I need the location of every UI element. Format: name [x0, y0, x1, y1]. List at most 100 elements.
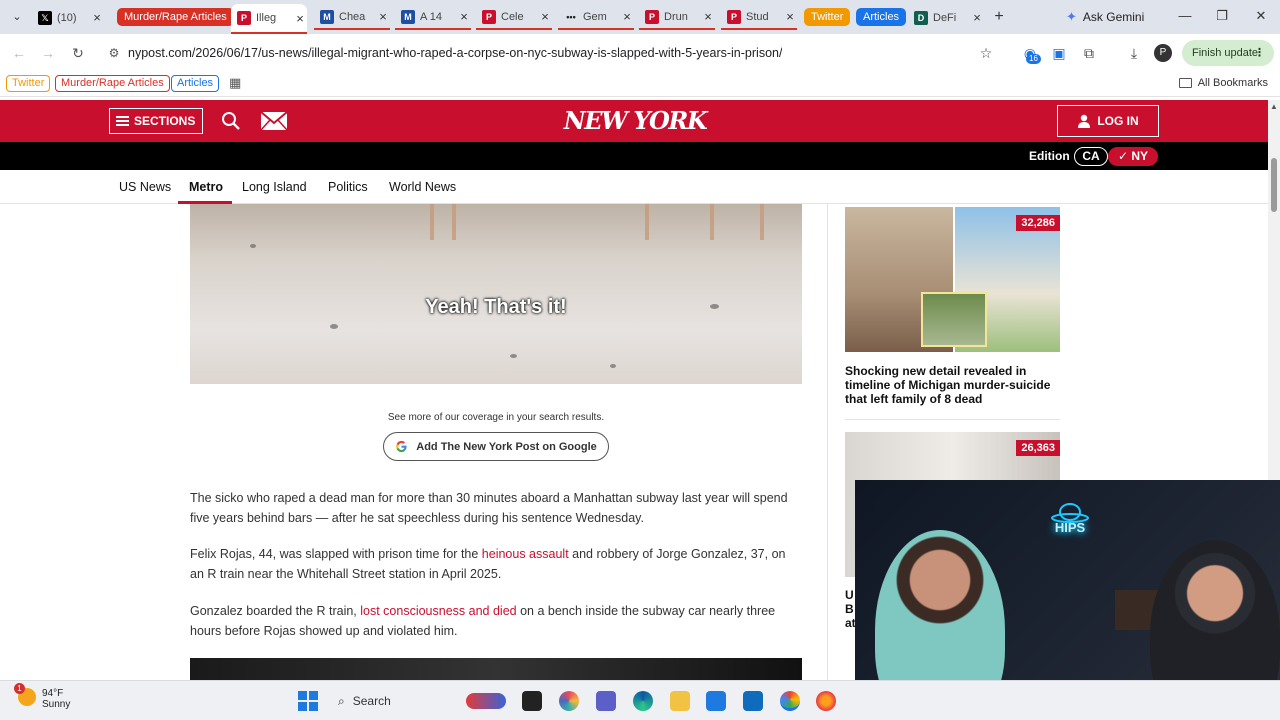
weather-widget[interactable]: 1 94°F Sunny: [14, 683, 70, 710]
edition-ca-toggle[interactable]: CA: [1074, 147, 1108, 166]
user-icon: [1078, 114, 1091, 128]
search-icon[interactable]: [221, 111, 241, 131]
mail-icon[interactable]: [260, 111, 288, 131]
subnav-politics[interactable]: Politics: [328, 180, 368, 194]
sidebar-story-1-image[interactable]: 32,286: [845, 207, 1060, 352]
tab-group-murder[interactable]: Murder/Rape Articles: [117, 8, 234, 26]
coverage-note: See more of our coverage in your search …: [387, 412, 605, 423]
back-arrow-icon[interactable]: ←: [9, 43, 29, 63]
weather-badge: 1: [14, 683, 25, 694]
download-icon[interactable]: ⤓: [1124, 43, 1144, 63]
store-icon[interactable]: [706, 691, 726, 711]
subnav-world-news[interactable]: World News: [389, 180, 456, 194]
tab-search-chevron-icon[interactable]: ⌄: [8, 8, 26, 26]
close-tab-icon[interactable]: ×: [293, 11, 307, 26]
address-bar[interactable]: ⚙ nypost.com/2026/06/17/us-news/illegal-…: [100, 39, 1000, 67]
video-frame-detail: [452, 204, 456, 240]
reload-icon[interactable]: ↻: [68, 43, 88, 63]
share-count-badge: 32,286: [1016, 215, 1060, 231]
dots-icon: •••: [566, 11, 576, 22]
video-frame-detail: [250, 244, 256, 248]
site-info-icon[interactable]: ⚙: [100, 46, 128, 60]
close-window-icon[interactable]: ✕: [1246, 6, 1276, 26]
site-logo[interactable]: NEW YORK POST: [548, 104, 722, 169]
close-tab-icon[interactable]: ×: [783, 9, 797, 24]
bookmark-twitter[interactable]: Twitter: [6, 75, 51, 92]
lost-consciousness-link[interactable]: lost consciousness and died: [360, 604, 516, 618]
firefox-icon[interactable]: [816, 691, 836, 711]
bookmark-articles[interactable]: Articles: [171, 75, 220, 92]
add-nypost-on-google-button[interactable]: Add The New York Post on Google: [383, 432, 609, 461]
heinous-assault-link[interactable]: heinous assault: [482, 547, 569, 561]
subnav-metro[interactable]: Metro: [189, 180, 223, 194]
edition-ny-toggle[interactable]: ✓ NY: [1108, 147, 1158, 166]
m-icon: M: [320, 9, 334, 24]
subnav-us-news[interactable]: US News: [119, 180, 171, 194]
widget-app-icon[interactable]: [466, 693, 506, 709]
subnav-long-island[interactable]: Long Island: [242, 180, 307, 194]
windows-start-icon[interactable]: [298, 691, 318, 711]
bookmark-murder-articles[interactable]: Murder/Rape Articles: [55, 75, 170, 92]
tab-gem[interactable]: ••• Gem ×: [558, 5, 634, 30]
log-in-button[interactable]: LOG IN: [1057, 105, 1159, 137]
close-tab-icon[interactable]: ×: [457, 9, 471, 24]
profile-avatar[interactable]: P: [1154, 44, 1172, 62]
forward-arrow-icon[interactable]: →: [38, 43, 58, 63]
neon-sign-text: HIPS: [1054, 520, 1086, 535]
close-tab-icon[interactable]: ×: [376, 9, 390, 24]
tab-stud[interactable]: P Stud ×: [721, 5, 797, 30]
bookmark-star-icon[interactable]: ☆: [976, 43, 996, 63]
sidebar-divider: [827, 204, 828, 680]
tab-group-twitter[interactable]: Twitter: [804, 8, 851, 26]
mail-app-icon[interactable]: [743, 691, 763, 711]
apps-grid-icon[interactable]: ▦: [229, 76, 243, 90]
teams-icon[interactable]: [596, 691, 616, 711]
sidebar-story-1-title[interactable]: Shocking new detail revealed in timeline…: [845, 364, 1075, 406]
tab-cele[interactable]: P Cele ×: [476, 5, 552, 30]
new-tab-plus-icon[interactable]: +: [990, 8, 1008, 26]
tab-defi[interactable]: D DeFi ×: [908, 5, 984, 30]
nypost-icon: P: [482, 9, 496, 24]
sun-icon: 1: [14, 683, 36, 706]
scrollbar-thumb[interactable]: [1271, 158, 1277, 212]
tab-a14[interactable]: M A 14 ×: [395, 5, 471, 30]
video-frame-detail: [645, 204, 649, 240]
video-frame-detail: [710, 204, 714, 240]
scroll-up-arrow-icon[interactable]: ▲: [1270, 102, 1278, 111]
all-bookmarks[interactable]: All Bookmarks: [1178, 77, 1268, 89]
house-photo-inset: [921, 292, 987, 347]
task-view-icon[interactable]: [522, 691, 542, 711]
chrome-icon[interactable]: [780, 691, 800, 711]
close-tab-icon[interactable]: ×: [620, 9, 634, 24]
copilot-icon[interactable]: [559, 691, 579, 711]
gemini-spark-icon: ✦: [1066, 9, 1077, 24]
file-explorer-icon[interactable]: [670, 691, 690, 711]
minimize-icon[interactable]: —: [1170, 6, 1200, 26]
edge-icon[interactable]: [633, 691, 653, 711]
extension-2-icon[interactable]: ▣: [1049, 43, 1069, 63]
close-tab-icon[interactable]: ×: [90, 10, 104, 25]
restore-icon[interactable]: ❐: [1207, 6, 1237, 26]
tab-chea[interactable]: M Chea ×: [314, 5, 390, 30]
close-tab-icon[interactable]: ×: [701, 9, 715, 24]
m-icon: M: [401, 9, 415, 24]
article-paragraph-2: Felix Rojas, 44, was slapped with prison…: [190, 547, 786, 581]
taskbar-search[interactable]: ⌕ Search: [330, 689, 448, 713]
article-video-player[interactable]: Yeah! That's it!: [190, 204, 802, 384]
sidebar-story-divider: [845, 419, 1060, 420]
finish-update-button[interactable]: Finish update ⋮: [1182, 40, 1274, 66]
tab-x[interactable]: 𝕏 (10) ×: [32, 5, 104, 30]
tab-active-nypost[interactable]: P Illeg ×: [231, 4, 307, 34]
extensions-puzzle-icon[interactable]: ⧉: [1079, 43, 1099, 63]
close-tab-icon[interactable]: ×: [970, 10, 984, 25]
x-logo-icon: 𝕏: [38, 10, 52, 25]
weather-temp: 94°F: [42, 688, 64, 699]
browser-tab-strip: ⌄ 𝕏 (10) × Murder/Rape Articles P Illeg …: [0, 0, 1280, 34]
sections-button[interactable]: SECTIONS: [109, 108, 203, 134]
close-tab-icon[interactable]: ×: [538, 9, 552, 24]
extension-badge: 16: [1026, 54, 1041, 64]
article-image-2[interactable]: [190, 658, 802, 680]
tab-drun[interactable]: P Drun ×: [639, 5, 715, 30]
ask-gemini-button[interactable]: ✦ Ask Gemini: [1066, 8, 1144, 26]
tab-group-articles[interactable]: Articles: [856, 8, 907, 26]
